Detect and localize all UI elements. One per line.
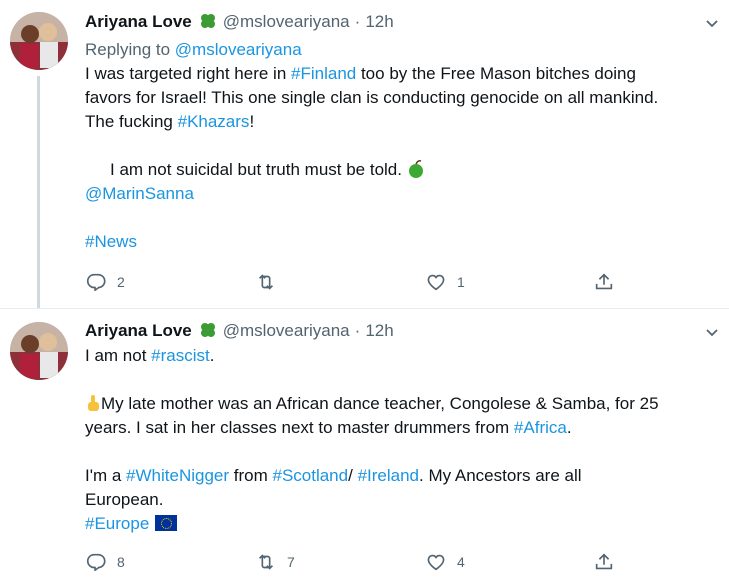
- hashtag-link[interactable]: #WhiteNigger: [126, 466, 229, 485]
- reply-count: 8: [117, 554, 125, 570]
- author-handle[interactable]: @msloveariyana: [223, 321, 350, 341]
- retweet-count: 7: [287, 554, 295, 570]
- timestamp[interactable]: 12h: [365, 321, 393, 341]
- text-line: /: [348, 466, 358, 485]
- reply-icon: [86, 273, 106, 292]
- retweet-icon: [258, 554, 274, 570]
- text-line: I was targeted right here in: [85, 64, 292, 83]
- heart-icon: [427, 274, 445, 291]
- author-handle[interactable]: @msloveariyana: [223, 12, 350, 32]
- like-count: 4: [457, 554, 465, 570]
- reply-button[interactable]: 8: [85, 550, 125, 574]
- text-line: . My Ancestors are all: [419, 466, 582, 485]
- share-button[interactable]: [593, 270, 615, 294]
- like-count: 1: [457, 274, 465, 290]
- text-line: .: [566, 418, 572, 437]
- hashtag-link[interactable]: #Khazars: [178, 112, 250, 131]
- hashtag-link[interactable]: #rascist: [151, 346, 210, 365]
- timestamp[interactable]: 12h: [365, 12, 393, 32]
- share-icon: [595, 553, 613, 570]
- action-bar: 8 7 4: [85, 550, 645, 574]
- hashtag-link[interactable]: #Africa: [514, 418, 567, 437]
- mention-link[interactable]: @MarinSanna: [85, 184, 194, 203]
- retweet-button[interactable]: [255, 270, 287, 294]
- text-line: European.: [85, 490, 164, 509]
- hashtag-link[interactable]: #News: [85, 232, 137, 251]
- text-line: from: [229, 466, 273, 485]
- retweet-icon: [258, 274, 274, 290]
- text-line: too by the Free Mason bitches doing: [356, 64, 636, 83]
- avatar[interactable]: [10, 12, 68, 70]
- hashtag-link[interactable]: #Finland: [291, 64, 356, 83]
- heart-icon: [427, 554, 445, 571]
- share-button[interactable]: [593, 550, 615, 574]
- reply-icon: [86, 553, 106, 572]
- replying-handle-link[interactable]: @msloveariyana: [175, 40, 302, 59]
- text-line: I am not suicidal but truth must be told…: [110, 160, 402, 179]
- pointing-up-icon: [85, 394, 101, 412]
- reply-count: 2: [117, 274, 125, 290]
- author-name[interactable]: Ariyana Love: [85, 12, 192, 32]
- reply-button[interactable]: 2: [85, 270, 125, 294]
- hashtag-link[interactable]: #Europe: [85, 514, 149, 533]
- green-apple-icon: [408, 160, 424, 178]
- text-line: I'm a: [85, 466, 127, 485]
- clover-icon: [198, 321, 218, 342]
- separator-dot: ·: [354, 321, 361, 340]
- text-line: favors for Israel! This one single clan …: [85, 88, 659, 107]
- tweet-header: Ariyana Love @msloveariyana · 12h: [85, 11, 394, 33]
- text-line: The fucking: [85, 112, 178, 131]
- text-line: I am not: [85, 346, 152, 365]
- chevron-down-icon[interactable]: [703, 14, 721, 32]
- author-name[interactable]: Ariyana Love: [85, 321, 192, 341]
- avatar[interactable]: [10, 322, 68, 380]
- tweet-text: Replying to @msloveariyana I was targete…: [85, 38, 725, 254]
- text-line: My late mother was an African dance teac…: [101, 394, 659, 413]
- hashtag-link[interactable]: #Scotland: [272, 466, 348, 485]
- retweet-button[interactable]: 7: [255, 550, 295, 574]
- text-line: years. I sat in her classes next to mast…: [85, 418, 514, 437]
- tweet-2[interactable]: Ariyana Love @msloveariyana · 12h I am n…: [0, 309, 729, 584]
- text-line: !: [249, 112, 255, 131]
- chevron-down-icon[interactable]: [703, 323, 721, 341]
- share-icon: [595, 273, 613, 290]
- eu-flag-icon: [155, 515, 178, 531]
- separator-dot: ·: [354, 12, 361, 31]
- hashtag-link[interactable]: #Ireland: [358, 466, 419, 485]
- tweet-header: Ariyana Love @msloveariyana · 12h: [85, 320, 394, 342]
- thread-line: [37, 76, 40, 308]
- action-bar: 2 1: [85, 270, 645, 294]
- like-button[interactable]: 1: [425, 270, 465, 294]
- tweet-text: I am not #rascist. My late mother was an…: [85, 344, 725, 536]
- replying-label: Replying to: [85, 40, 171, 59]
- clover-icon: [198, 12, 218, 33]
- like-button[interactable]: 4: [425, 550, 465, 574]
- text-line: .: [209, 346, 215, 365]
- tweet-1[interactable]: Ariyana Love @msloveariyana · 12h Replyi…: [0, 0, 729, 308]
